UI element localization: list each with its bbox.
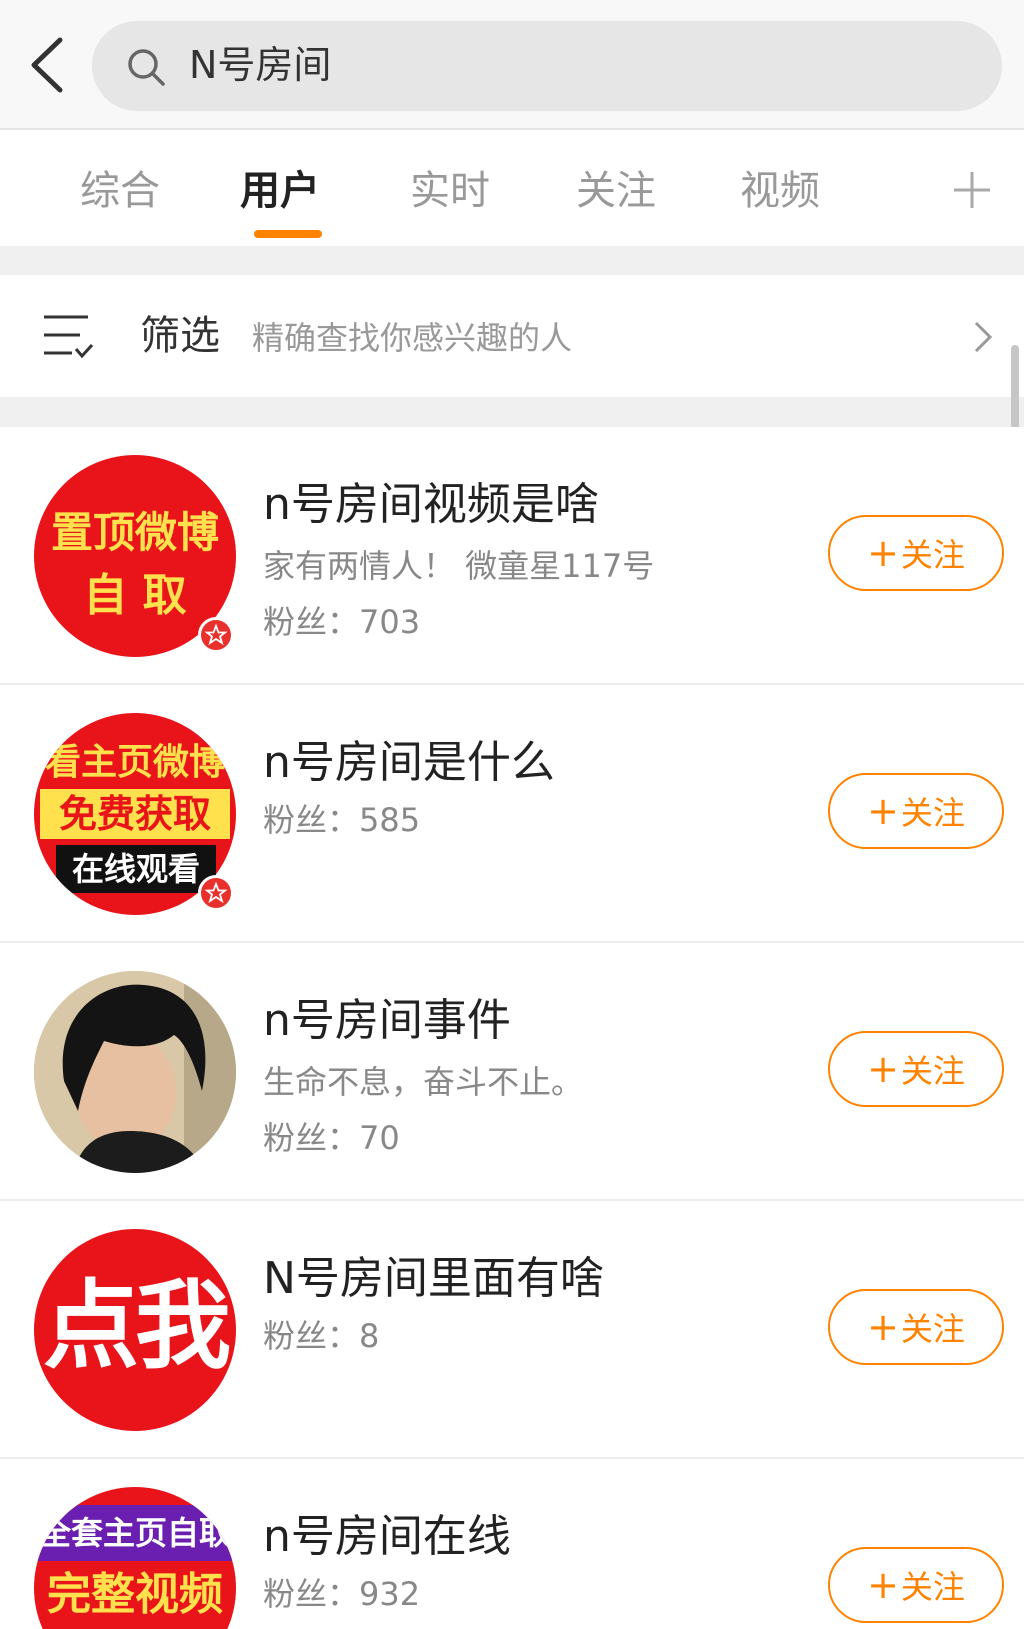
user-fans-count: 粉丝：932 [263,1575,421,1613]
user-result-row[interactable]: n号房间事件 生命不息，奋斗不止。 粉丝：70 +关注 [0,943,1024,1201]
user-result-row[interactable]: 置顶微博 自 取 n号房间视频是啥 家有两情人！ 微童星117号 粉丝：703 … [0,427,1024,685]
user-fans-count: 粉丝：8 [263,1317,380,1355]
follow-button[interactable]: +关注 [828,773,1004,849]
search-query-text[interactable]: N号房间 [189,39,331,91]
avatar-text: 全套主页自取 [38,1514,231,1552]
user-name[interactable]: n号房间在线 [263,1509,511,1565]
back-arrow-icon[interactable] [24,36,72,94]
follow-button-label: 关注 [900,1310,965,1348]
user-name[interactable]: n号房间是什么 [263,735,555,791]
avatar[interactable]: 点我 [34,1229,236,1431]
avatar-text: 在线观看 [56,845,216,893]
avatar[interactable]: 全套主页自取 完整视频 [34,1487,236,1629]
follow-button-label: 关注 [900,794,965,832]
section-divider [0,246,1024,275]
avatar-text: 完整视频 [47,1569,223,1620]
follow-button[interactable]: +关注 [828,515,1004,591]
search-tabs: 综合 用户 实时 关注 视频 [0,130,1024,246]
tab-video[interactable]: 视频 [740,166,820,216]
user-bio: 家有两情人！ 微童星117号 [263,547,655,585]
user-fans-count: 粉丝：70 [263,1119,400,1157]
user-fans-count: 粉丝：585 [263,801,421,839]
follow-button[interactable]: +关注 [828,1031,1004,1107]
avatar-text: 点我 [43,1270,231,1382]
follow-button[interactable]: +关注 [828,1289,1004,1365]
search-bar[interactable]: N号房间 [92,21,1002,111]
avatar-text: 免费获取 [40,789,230,839]
follow-button-label: 关注 [900,536,965,574]
user-result-row[interactable]: 点我 N号房间里面有啥 粉丝：8 +关注 [0,1201,1024,1459]
verified-badge-icon [198,617,234,653]
avatar[interactable] [34,971,236,1173]
tab-comprehensive[interactable]: 综合 [80,166,160,216]
user-name[interactable]: n号房间视频是啥 [263,477,599,533]
user-name[interactable]: n号房间事件 [263,993,511,1049]
avatar-text: 看主页微博 [44,742,225,783]
user-name[interactable]: N号房间里面有啥 [263,1251,604,1307]
section-divider [0,397,1024,427]
tab-realtime[interactable]: 实时 [410,166,490,216]
verified-badge-icon [198,875,234,911]
user-result-row[interactable]: 全套主页自取 完整视频 n号房间在线 粉丝：932 +关注 [0,1459,1024,1629]
follow-button-label: 关注 [900,1568,965,1606]
filter-description: 精确查找你感兴趣的人 [252,319,573,357]
add-tab-icon[interactable] [952,170,992,210]
top-bar: N号房间 [0,0,1024,130]
avatar-text: 置顶微博 [50,508,219,557]
filter-row[interactable]: 筛选 精确查找你感兴趣的人 [0,275,1024,397]
user-fans-count: 粉丝：703 [263,603,421,641]
active-tab-indicator [254,230,322,238]
search-icon [128,49,165,86]
user-result-row[interactable]: 看主页微博 免费获取 在线观看 n号房间是什么 粉丝：585 +关注 [0,685,1024,943]
follow-button[interactable]: +关注 [828,1547,1004,1623]
avatar-text: 自 取 [83,570,187,621]
follow-button-label: 关注 [900,1052,965,1090]
user-bio: 生命不息，奋斗不止。 [263,1063,584,1101]
tab-users[interactable]: 用户 [240,166,320,216]
tab-following[interactable]: 关注 [576,166,656,216]
filter-icon [44,315,94,359]
chevron-right-icon [974,321,993,353]
filter-label: 筛选 [140,313,220,359]
avatar-photo [34,971,236,1173]
